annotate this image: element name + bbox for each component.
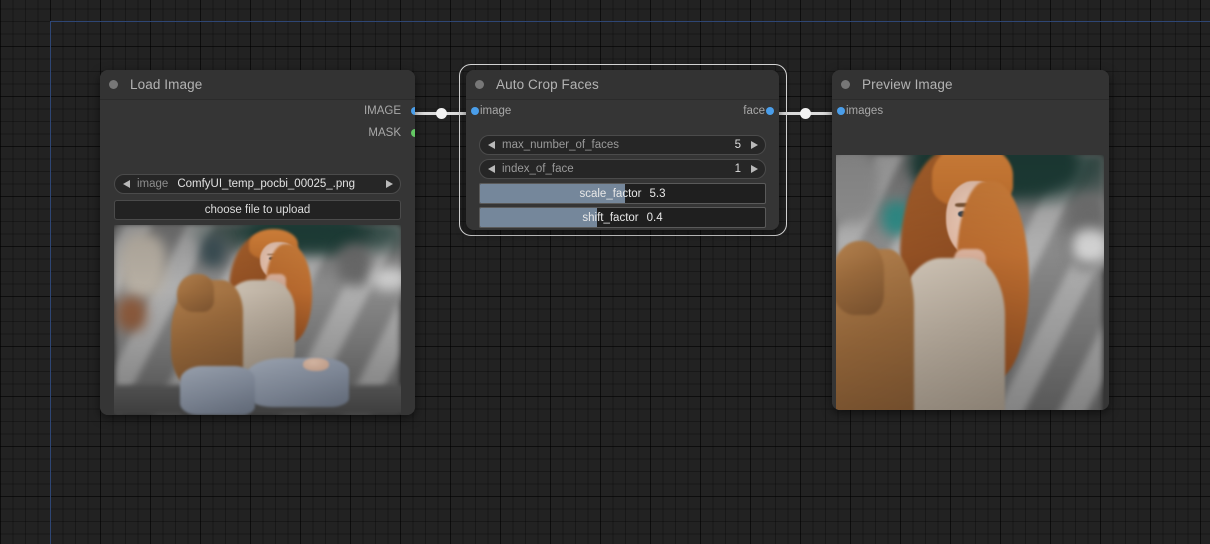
widget-value[interactable]: 1 [735,163,743,175]
widget-scale-factor-slider[interactable]: scale_factor 5.3 [479,183,766,204]
input-slot-images[interactable]: images [832,100,1109,122]
collapse-dot-icon[interactable] [841,80,850,89]
widget-label: index_of_face [502,163,574,175]
chevron-right-icon[interactable] [743,165,765,173]
group-boundary-vertical [50,21,51,544]
widget-value: 5.3 [649,187,666,200]
widget-shift-factor-slider[interactable]: shift_factor 0.4 [479,207,766,228]
node-preview-image[interactable]: Preview Image images [832,70,1109,410]
widget-value: 0.4 [646,211,663,224]
link-midpoint-dot[interactable] [800,108,811,119]
node-body: IMAGE MASK image ComfyUI_temp_pocbi_0002… [100,100,415,415]
widget-image-combo[interactable]: image ComfyUI_temp_pocbi_00025_.png [114,174,401,194]
slot-label: image [480,105,512,117]
widget-label: image [137,178,169,190]
slot-dot-mask[interactable] [411,129,415,137]
collapse-dot-icon[interactable] [475,80,484,89]
node-title: Preview Image [862,77,953,92]
slot-dot-images[interactable] [837,107,845,115]
widget-label: scale_factor [579,187,642,200]
widget-index-of-face[interactable]: index_of_face 1 [479,159,766,179]
slot-label: MASK [368,127,401,139]
widget-label: max_number_of_faces [502,139,619,151]
choose-file-to-upload-button[interactable]: choose file to upload [114,200,401,220]
slot-label: face [743,105,765,117]
graph-canvas[interactable]: Load Image IMAGE MASK image ComfyUI_temp… [0,0,1210,544]
node-title: Auto Crop Faces [496,77,599,92]
slider-fill [480,208,597,227]
slot-dot-image[interactable] [411,107,415,115]
node-titlebar[interactable]: Load Image [100,70,415,100]
widget-value[interactable]: 5 [735,139,743,151]
node-titlebar[interactable]: Preview Image [832,70,1109,100]
chevron-left-icon[interactable] [480,141,502,149]
chevron-left-icon[interactable] [115,180,137,188]
node-title: Load Image [130,77,203,92]
node-auto-crop-faces[interactable]: Auto Crop Faces image face max_number_of… [466,70,779,230]
preview-image-output[interactable] [836,155,1104,410]
chevron-left-icon[interactable] [480,165,502,173]
collapse-dot-icon[interactable] [109,80,118,89]
node-load-image[interactable]: Load Image IMAGE MASK image ComfyUI_temp… [100,70,415,415]
slot-label: IMAGE [363,105,401,117]
group-boundary-horizontal [50,21,1210,22]
output-slot-mask[interactable]: MASK [100,122,415,144]
node-titlebar[interactable]: Auto Crop Faces [466,70,779,100]
chevron-right-icon[interactable] [743,141,765,149]
slot-row-io: image face [466,100,779,122]
widget-max-number-of-faces[interactable]: max_number_of_faces 5 [479,135,766,155]
chevron-right-icon[interactable] [378,180,400,188]
node-body: images [832,100,1109,410]
slot-dot-image-input[interactable] [471,107,479,115]
slot-dot-face-output[interactable] [766,107,774,115]
output-slot-image[interactable]: IMAGE [100,100,415,122]
node-body: image face max_number_of_faces 5 index_o… [466,100,779,230]
widget-label: shift_factor [582,211,639,224]
slot-label: images [846,105,884,117]
link-midpoint-dot[interactable] [436,108,447,119]
button-label: choose file to upload [204,204,311,216]
widget-value: ComfyUI_temp_pocbi_00025_.png [177,178,356,190]
load-image-preview[interactable] [114,225,401,415]
